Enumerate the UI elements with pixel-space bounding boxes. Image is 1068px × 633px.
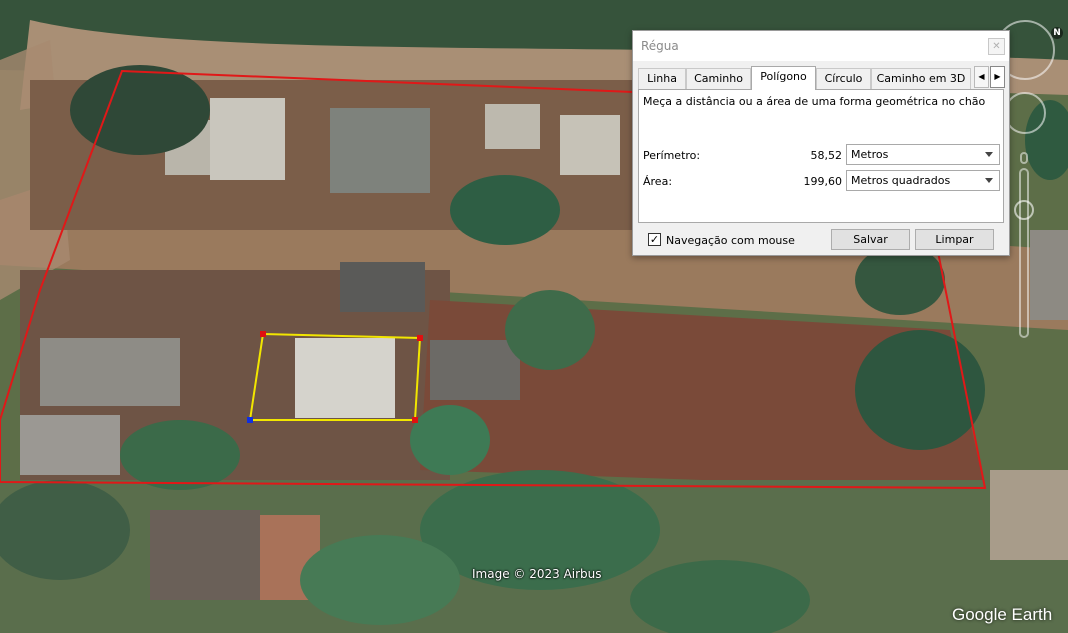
google-earth-logo: Google Earth — [952, 605, 1053, 624]
perimeter-unit-select[interactable]: Metros — [846, 144, 1000, 165]
tab-scroll-left-icon[interactable]: ◀ — [974, 66, 989, 88]
clear-button[interactable]: Limpar — [915, 229, 994, 250]
chevron-down-icon — [985, 178, 993, 183]
perimeter-unit-value: Metros — [851, 148, 889, 161]
mouse-navigation-checkbox[interactable]: ✓ — [648, 233, 661, 246]
polygon-panel: Meça a distância ou a área de uma forma … — [638, 89, 1004, 223]
perimeter-label: Perímetro: — [643, 149, 701, 162]
street-view-pegman-icon[interactable] — [1020, 152, 1028, 164]
north-indicator-icon[interactable]: N — [1051, 27, 1063, 39]
area-unit-value: Metros quadrados — [851, 174, 951, 187]
dialog-title: Régua — [641, 39, 679, 53]
imagery-credit: Image © 2023 Airbus — [472, 567, 602, 581]
tab-circulo[interactable]: Círculo — [816, 68, 871, 89]
dialog-titlebar[interactable]: Régua ✕ — [633, 31, 1009, 61]
move-joystick[interactable] — [1004, 92, 1046, 134]
mouse-navigation-label[interactable]: Navegação com mouse — [666, 234, 795, 247]
save-button[interactable]: Salvar — [831, 229, 910, 250]
tab-scroll-right-icon[interactable]: ▶ — [990, 66, 1005, 88]
ruler-dialog: Régua ✕ Linha Caminho Polígono Círculo C… — [632, 30, 1010, 256]
perimeter-value: 58,52 — [810, 149, 843, 162]
tab-linha[interactable]: Linha — [638, 68, 686, 89]
close-icon[interactable]: ✕ — [988, 38, 1005, 55]
area-value: 199,60 — [803, 175, 843, 188]
tab-caminho-3d[interactable]: Caminho em 3D — [871, 68, 971, 89]
chevron-down-icon — [985, 152, 993, 157]
ruler-tabs: Linha Caminho Polígono Círculo Caminho e… — [638, 66, 973, 90]
tab-poligono[interactable]: Polígono — [751, 66, 816, 90]
area-label: Área: — [643, 175, 673, 188]
zoom-slider-handle[interactable] — [1014, 200, 1034, 220]
zoom-slider[interactable] — [1019, 168, 1029, 338]
tab-caminho[interactable]: Caminho — [686, 68, 751, 89]
measure-description: Meça a distância ou a área de uma forma … — [643, 95, 986, 108]
area-unit-select[interactable]: Metros quadrados — [846, 170, 1000, 191]
